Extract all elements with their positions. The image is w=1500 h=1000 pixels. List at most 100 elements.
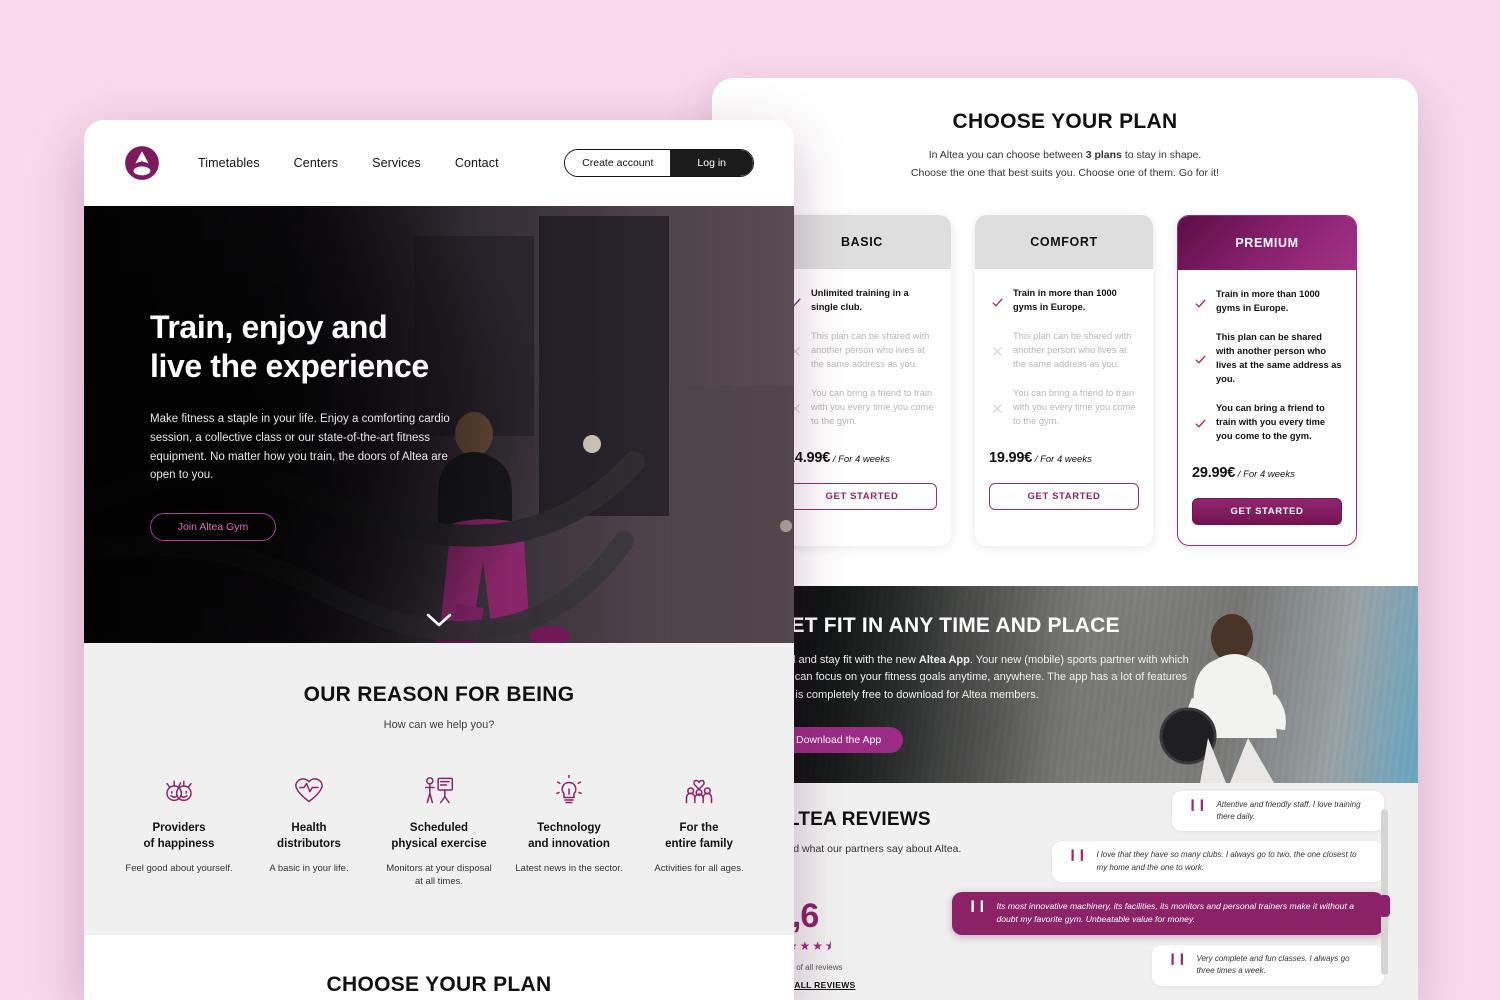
close-icon — [989, 330, 1005, 372]
plan-feature: This plan can be shared with another per… — [787, 330, 937, 372]
reason-title: OUR REASON FOR BEING — [303, 683, 575, 706]
feature-desc: Activities for all ages. — [654, 863, 744, 875]
plan-feature: Unlimited training in a single club. — [787, 287, 937, 315]
join-altea-gym-button[interactable]: Join Altea Gym — [150, 512, 276, 541]
plan-feature-text: You can bring a friend to train with you… — [1216, 402, 1326, 441]
login-button[interactable]: Log in — [670, 150, 753, 176]
plans-sub-post: to stay in shape. — [1121, 149, 1202, 161]
plan-card-list: BASIC Unlimited training in a single clu… — [712, 215, 1418, 546]
feature-providers-of-happiness: Providers of happiness Feel good about y… — [114, 773, 244, 889]
hero-title: Train, enjoy and live the experience — [150, 308, 580, 386]
create-account-button[interactable]: Create account — [565, 150, 671, 176]
plans-subtitle: In Altea you can choose between 3 plans … — [712, 146, 1418, 182]
plan-card-premium[interactable]: PREMIUM Train in more than 1000 gyms in … — [1177, 215, 1357, 546]
review-bubble[interactable]: ❙❙ I love that they have so many clubs. … — [1052, 841, 1384, 883]
reviews-scrollbar[interactable] — [1379, 808, 1390, 975]
get-started-button-comfort[interactable]: GET STARTED — [989, 482, 1139, 510]
check-icon — [1192, 288, 1208, 316]
feature-scheduled-physical-exercise: Scheduled physical exercise Monitors at … — [374, 773, 504, 889]
review-text: Attentive and friendly staff. I love tra… — [1216, 799, 1361, 821]
get-started-button-basic[interactable]: GET STARTED — [787, 482, 937, 510]
nav-link-contact[interactable]: Contact — [455, 156, 499, 170]
altea-logo[interactable] — [124, 145, 160, 181]
review-bubble[interactable]: ❙❙ Very complete and fun classes. I alwa… — [1152, 944, 1384, 986]
review-text: Very complete and fun classes. I always … — [1196, 953, 1350, 976]
plan-feature-text: You can bring a friend to train with you… — [811, 387, 934, 426]
close-icon — [989, 387, 1005, 429]
plan-feature-text: You can bring a friend to train with you… — [1013, 387, 1136, 426]
nav-link-timetables[interactable]: Timetables — [198, 156, 260, 170]
hero-title-line2: live the experience — [150, 348, 429, 385]
plan-card-comfort[interactable]: COMFORT Train in more than 1000 gyms in … — [975, 215, 1153, 546]
plan-teaser-section: CHOOSE YOUR PLAN In Altea you can choose… — [84, 934, 794, 1000]
feature-desc: Monitors at your disposal at all times. — [386, 863, 492, 888]
plan-feature-text: This plan can be shared with another per… — [811, 330, 930, 369]
app-banner-paragraph: Feel and stay fit with the new Altea App… — [774, 652, 1204, 705]
plan-body-comfort: Train in more than 1000 gyms in Europe. … — [975, 269, 1153, 545]
plan-feature-text: Train in more than 1000 gyms in Europe. — [1013, 288, 1117, 313]
page-root: CHOOSE YOUR PLAN In Altea you can choose… — [0, 0, 1500, 1000]
plan-feature: Train in more than 1000 gyms in Europe. — [989, 287, 1139, 315]
app-paragraph-bold: Altea App — [918, 653, 970, 666]
plan-price-period: / For 4 weeks — [1034, 453, 1092, 465]
reason-section: OUR REASON FOR BEING How can we help you… — [84, 643, 794, 935]
plan-teaser-title: CHOOSE YOUR PLAN — [326, 972, 552, 996]
feature-title: Scheduled physical exercise — [391, 822, 487, 850]
nav-auth-area: Create account Log in — [564, 149, 754, 177]
review-bubble[interactable]: ❙❙ Attentive and friendly staff. I love … — [1172, 790, 1384, 832]
nav-link-services[interactable]: Services — [372, 156, 421, 170]
reviews-scrollbar-thumb[interactable] — [1379, 894, 1390, 917]
reason-subtitle: How can we help you? — [383, 719, 495, 731]
nav-links: Timetables Centers Services Contact — [198, 156, 499, 170]
chevron-down-icon[interactable] — [426, 613, 452, 627]
plan-price-comfort: 19.99€ / For 4 weeks — [989, 450, 1139, 466]
plan-feature: This plan can be shared with another per… — [1192, 331, 1342, 387]
feature-title: Health distributors — [277, 822, 341, 850]
plan-body-basic: Unlimited training in a single club. Thi… — [773, 269, 951, 545]
plans-sub-pre: In Altea you can choose between — [928, 149, 1086, 161]
plan-body-premium: Train in more than 1000 gyms in Europe. … — [1178, 270, 1356, 544]
check-icon — [989, 287, 1005, 315]
plan-feature: You can bring a friend to train with you… — [1192, 402, 1342, 444]
feature-title: Providers of happiness — [143, 822, 215, 850]
reviews-section: ALTEA REVIEWS Read what our partners say… — [712, 782, 1418, 1000]
feature-desc: A basic in your life. — [269, 863, 349, 875]
plans-sub-line2: Choose the one that best suits you. Choo… — [910, 167, 1220, 180]
feature-list: Providers of happiness Feel good about y… — [84, 773, 794, 889]
family-group-icon — [640, 773, 758, 807]
lightbulb-icon — [510, 773, 628, 807]
plan-price-amount: 29.99€ — [1192, 464, 1236, 481]
feature-for-the-entire-family: For the entire family Activities for all… — [634, 773, 764, 889]
navbar: Timetables Centers Services Contact Crea… — [84, 120, 794, 206]
plan-feature-text: Unlimited training in a single club. — [811, 288, 909, 313]
feature-desc: Feel good about yourself. — [125, 863, 233, 875]
check-icon — [1192, 402, 1208, 444]
plan-price-period: / For 4 weeks — [1237, 468, 1295, 480]
quote-icon: ❙❙ — [1168, 952, 1187, 965]
heart-pulse-icon — [250, 773, 368, 807]
nav-link-centers[interactable]: Centers — [294, 156, 338, 170]
plan-feature-text: This plan can be shared with another per… — [1013, 330, 1132, 369]
hero-content: Train, enjoy and live the experience Mak… — [150, 206, 580, 643]
hero-title-line1: Train, enjoy and — [150, 309, 388, 346]
review-bubble-highlighted[interactable]: ❙❙ Its most innovative machinery, its fa… — [952, 892, 1384, 935]
feature-technology-and-innovation: Technology and innovation Latest news in… — [504, 773, 634, 889]
plan-name-basic: BASIC — [773, 215, 951, 270]
plan-feature: You can bring a friend to train with you… — [787, 387, 937, 429]
hero-section: Train, enjoy and live the experience Mak… — [84, 206, 794, 643]
review-text: Its most innovative machinery, its facil… — [996, 901, 1355, 925]
hero-paragraph: Make fitness a staple in your life. Enjo… — [150, 413, 450, 482]
quote-icon: ❙❙ — [1188, 798, 1207, 811]
plans-sub-bold: 3 plans — [1085, 149, 1122, 161]
plan-price-amount: 19.99€ — [989, 449, 1033, 466]
plan-name-premium: PREMIUM — [1178, 216, 1356, 271]
plan-feature-text: This plan can be shared with another per… — [1216, 331, 1342, 384]
quote-icon: ❙❙ — [968, 900, 987, 913]
plan-feature: This plan can be shared with another per… — [989, 330, 1139, 372]
get-started-button-premium[interactable]: GET STARTED — [1192, 497, 1342, 525]
plan-price-basic: 14.99€ / For 4 weeks — [787, 450, 937, 466]
plan-price-premium: 29.99€ / For 4 weeks — [1192, 465, 1342, 481]
plan-card-basic[interactable]: BASIC Unlimited training in a single clu… — [773, 215, 951, 546]
plan-feature-text: Train in more than 1000 gyms in Europe. — [1216, 289, 1320, 314]
app-paragraph-pre: Feel and stay fit with the new — [774, 653, 919, 666]
